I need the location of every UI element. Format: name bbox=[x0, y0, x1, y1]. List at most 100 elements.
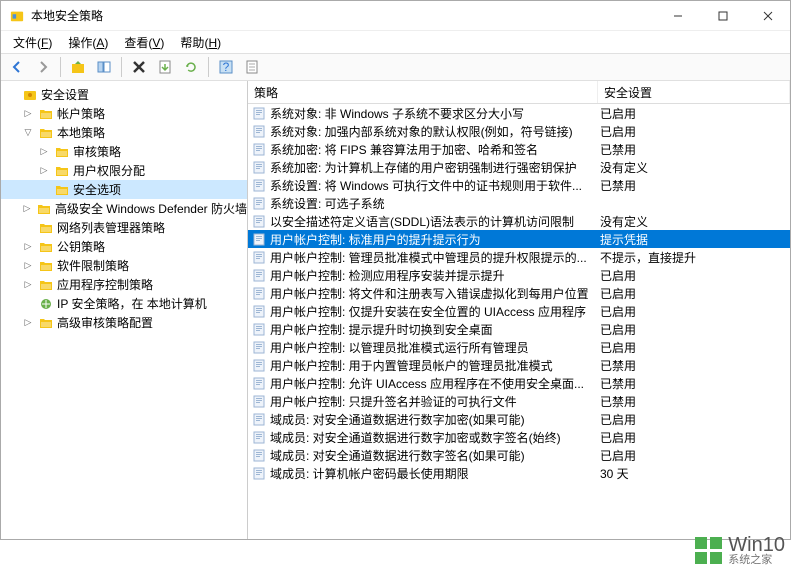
tree-item[interactable]: 安全选项 bbox=[1, 180, 247, 199]
tree-label: 公钥策略 bbox=[57, 238, 105, 255]
show-hide-tree-button[interactable] bbox=[92, 55, 116, 79]
policy-setting: 没有定义 bbox=[600, 213, 790, 230]
expander-icon[interactable]: ▷ bbox=[21, 316, 35, 330]
policy-name: 用户帐户控制: 提示提升时切换到安全桌面 bbox=[270, 321, 600, 338]
tree-item[interactable]: ▷ 公钥策略 bbox=[1, 237, 247, 256]
expander-icon[interactable] bbox=[21, 297, 35, 311]
export-button[interactable] bbox=[153, 55, 177, 79]
list-row[interactable]: 域成员: 对安全通道数据进行数字加密(如果可能)已启用 bbox=[248, 410, 790, 428]
list-row[interactable]: 用户帐户控制: 仅提升安装在安全位置的 UIAccess 应用程序已启用 bbox=[248, 302, 790, 320]
list-row[interactable]: 用户帐户控制: 标准用户的提升提示行为提示凭据 bbox=[248, 230, 790, 248]
expander-icon[interactable]: ▷ bbox=[21, 259, 35, 273]
column-header-setting[interactable]: 安全设置 bbox=[598, 81, 790, 103]
menu-action[interactable]: 操作(A) bbox=[60, 32, 116, 53]
policy-name: 系统设置: 可选子系统 bbox=[270, 195, 600, 212]
list-row[interactable]: 系统设置: 将 Windows 可执行文件中的证书规则用于软件...已禁用 bbox=[248, 176, 790, 194]
policy-icon bbox=[251, 465, 267, 481]
expander-icon[interactable]: ▷ bbox=[20, 202, 33, 216]
list-row[interactable]: 以安全描述符定义语言(SDDL)语法表示的计算机访问限制没有定义 bbox=[248, 212, 790, 230]
list-row[interactable]: 用户帐户控制: 将文件和注册表写入错误虚拟化到每用户位置已启用 bbox=[248, 284, 790, 302]
folder-icon bbox=[38, 277, 54, 293]
policy-icon bbox=[251, 105, 267, 121]
help-button[interactable]: ? bbox=[214, 55, 238, 79]
svg-text:?: ? bbox=[223, 60, 230, 74]
refresh-button[interactable] bbox=[179, 55, 203, 79]
expander-icon[interactable]: ▷ bbox=[21, 278, 35, 292]
tree-item[interactable]: ▷ 审核策略 bbox=[1, 142, 247, 161]
toolbar: ? bbox=[1, 53, 790, 81]
minimize-button[interactable] bbox=[655, 1, 700, 30]
list-row[interactable]: 系统设置: 可选子系统 bbox=[248, 194, 790, 212]
close-button[interactable] bbox=[745, 1, 790, 30]
policy-setting: 30 天 bbox=[600, 465, 790, 482]
tree-label: 审核策略 bbox=[73, 143, 121, 160]
expander-icon[interactable] bbox=[5, 88, 19, 102]
list-row[interactable]: 系统加密: 将 FIPS 兼容算法用于加密、哈希和签名已禁用 bbox=[248, 140, 790, 158]
policy-icon bbox=[251, 357, 267, 373]
list-row[interactable]: 用户帐户控制: 允许 UIAccess 应用程序在不使用安全桌面...已禁用 bbox=[248, 374, 790, 392]
expander-icon[interactable]: ▷ bbox=[21, 240, 35, 254]
list-row[interactable]: 用户帐户控制: 以管理员批准模式运行所有管理员已启用 bbox=[248, 338, 790, 356]
menu-view[interactable]: 查看(V) bbox=[116, 32, 172, 53]
tree-item[interactable]: ▷软件限制策略 bbox=[1, 256, 247, 275]
expander-icon[interactable]: ▷ bbox=[37, 164, 51, 178]
tree-panel[interactable]: 安全设置 ▷帐户策略 ▽ 本地策略 ▷ 审核策略▷用户权限分配安全选项▷高级安全 Win… bbox=[1, 81, 248, 539]
list-row[interactable]: 系统对象: 加强内部系统对象的默认权限(例如，符号链接)已启用 bbox=[248, 122, 790, 140]
tree-item[interactable]: ▷应用程序控制策略 bbox=[1, 275, 247, 294]
up-button[interactable] bbox=[66, 55, 90, 79]
tree-item[interactable]: ▷高级安全 Windows Defender 防火墙 bbox=[1, 199, 247, 218]
policy-name: 系统加密: 将 FIPS 兼容算法用于加密、哈希和签名 bbox=[270, 141, 600, 158]
expander-icon[interactable]: ▷ bbox=[37, 145, 51, 159]
tree-item[interactable]: ▷用户权限分配 bbox=[1, 161, 247, 180]
expander-icon[interactable]: ▷ bbox=[21, 107, 35, 121]
security-icon bbox=[22, 87, 38, 103]
list-row[interactable]: 域成员: 对安全通道数据进行数字加密或数字签名(始终)已启用 bbox=[248, 428, 790, 446]
policy-icon bbox=[251, 159, 267, 175]
tree-root[interactable]: 安全设置 bbox=[1, 85, 247, 104]
list-row[interactable]: 用户帐户控制: 管理员批准模式中管理员的提升权限提示的...不提示，直接提升 bbox=[248, 248, 790, 266]
expander-icon[interactable] bbox=[21, 221, 35, 235]
list-row[interactable]: 用户帐户控制: 提示提升时切换到安全桌面已启用 bbox=[248, 320, 790, 338]
column-header-policy[interactable]: 策略 bbox=[248, 81, 598, 103]
policy-setting: 已禁用 bbox=[600, 177, 790, 194]
list-panel: 策略 安全设置 系统对象: 非 Windows 子系统不要求区分大小写已启用系统… bbox=[248, 81, 790, 539]
menu-help[interactable]: 帮助(H) bbox=[172, 32, 229, 53]
tree-label: 本地策略 bbox=[57, 124, 105, 141]
list-header: 策略 安全设置 bbox=[248, 81, 790, 104]
app-icon bbox=[9, 8, 25, 24]
policy-icon bbox=[251, 447, 267, 463]
tree-item[interactable]: IP 安全策略，在 本地计算机 bbox=[1, 294, 247, 313]
policy-icon bbox=[251, 249, 267, 265]
menu-file[interactable]: 文件(F) bbox=[5, 32, 60, 53]
policy-name: 用户帐户控制: 标准用户的提升提示行为 bbox=[270, 231, 600, 248]
delete-button[interactable] bbox=[127, 55, 151, 79]
tree-item[interactable]: ▷帐户策略 bbox=[1, 104, 247, 123]
policy-icon bbox=[251, 123, 267, 139]
list-row[interactable]: 用户帐户控制: 用于内置管理员帐户的管理员批准模式已禁用 bbox=[248, 356, 790, 374]
window-title: 本地安全策略 bbox=[31, 7, 655, 24]
list-row[interactable]: 用户帐户控制: 检测应用程序安装并提示提升已启用 bbox=[248, 266, 790, 284]
list-row[interactable]: 域成员: 对安全通道数据进行数字签名(如果可能)已启用 bbox=[248, 446, 790, 464]
policy-icon bbox=[251, 339, 267, 355]
list-row[interactable]: 系统对象: 非 Windows 子系统不要求区分大小写已启用 bbox=[248, 104, 790, 122]
maximize-button[interactable] bbox=[700, 1, 745, 30]
expander-icon[interactable] bbox=[37, 183, 51, 197]
policy-icon bbox=[251, 177, 267, 193]
expander-icon[interactable]: ▽ bbox=[21, 126, 35, 140]
folder-icon bbox=[38, 106, 54, 122]
tree-item[interactable]: ▷高级审核策略配置 bbox=[1, 313, 247, 332]
policy-name: 用户帐户控制: 管理员批准模式中管理员的提升权限提示的... bbox=[270, 249, 600, 266]
tree-item[interactable]: 网络列表管理器策略 bbox=[1, 218, 247, 237]
tree-item[interactable]: ▽ 本地策略 bbox=[1, 123, 247, 142]
list-row[interactable]: 用户帐户控制: 只提升签名并验证的可执行文件已禁用 bbox=[248, 392, 790, 410]
policy-setting: 已启用 bbox=[600, 285, 790, 302]
tree-label: IP 安全策略，在 本地计算机 bbox=[57, 295, 207, 312]
policy-icon bbox=[251, 429, 267, 445]
properties-button[interactable] bbox=[240, 55, 264, 79]
list-row[interactable]: 域成员: 计算机帐户密码最长使用期限30 天 bbox=[248, 464, 790, 482]
list-row[interactable]: 系统加密: 为计算机上存储的用户密钥强制进行强密钥保护没有定义 bbox=[248, 158, 790, 176]
policy-name: 系统对象: 加强内部系统对象的默认权限(例如，符号链接) bbox=[270, 123, 600, 140]
forward-button[interactable] bbox=[31, 55, 55, 79]
back-button[interactable] bbox=[5, 55, 29, 79]
list-body[interactable]: 系统对象: 非 Windows 子系统不要求区分大小写已启用系统对象: 加强内部… bbox=[248, 104, 790, 539]
